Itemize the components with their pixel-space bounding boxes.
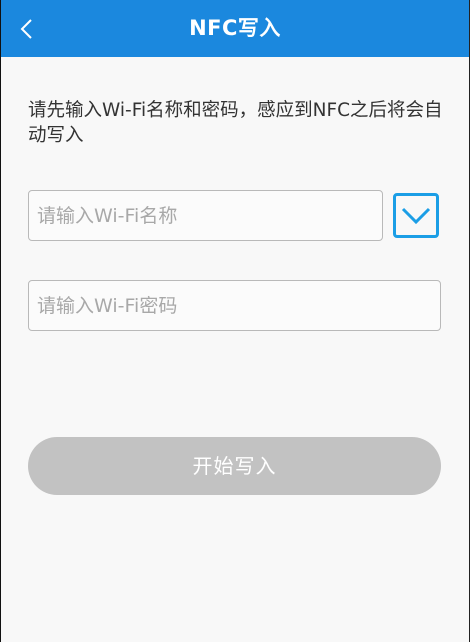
start-write-button[interactable]: 开始写入 [28,437,441,495]
page-title: NFC写入 [189,16,281,40]
title-bar: NFC写入 [1,0,469,57]
chevron-down-icon [401,207,431,225]
wifi-list-dropdown-button[interactable] [393,193,439,238]
nfc-write-screen: NFC写入 请先输入Wi-Fi名称和密码，感应到NFC之后将会自动写入 开始写入 [0,0,470,642]
instructions-text: 请先输入Wi-Fi名称和密码，感应到NFC之后将会自动写入 [28,100,443,146]
wifi-password-input[interactable] [28,280,441,331]
wifi-name-input[interactable] [28,190,383,241]
